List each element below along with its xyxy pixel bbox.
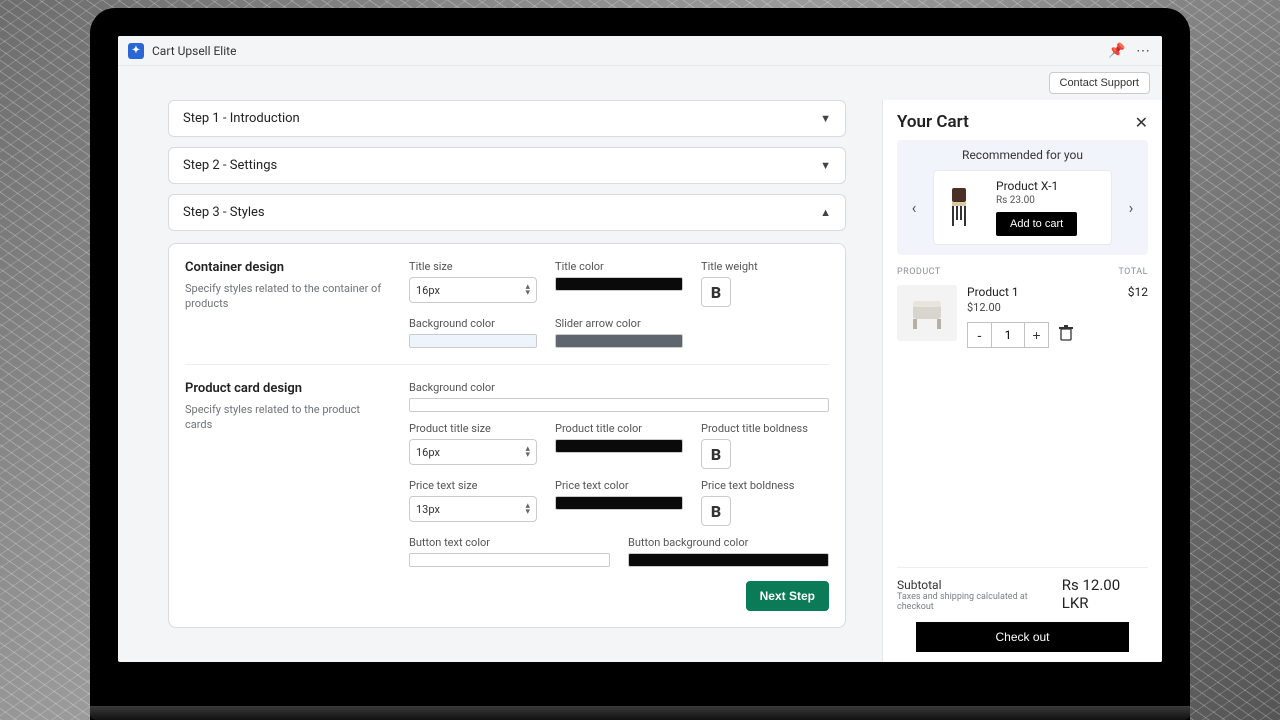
card-bg-label: Background color bbox=[409, 381, 829, 394]
price-color-label: Price text color bbox=[555, 479, 683, 492]
checkout-button[interactable]: Check out bbox=[916, 622, 1129, 652]
title-size-value: 16px bbox=[416, 284, 440, 297]
btn-bg-swatch[interactable] bbox=[628, 553, 829, 567]
line-item-thumbnail bbox=[897, 285, 957, 341]
next-step-button[interactable]: Next Step bbox=[746, 581, 829, 611]
chevron-down-icon: ▼ bbox=[820, 159, 831, 172]
qty-increase-button[interactable]: + bbox=[1024, 323, 1048, 347]
price-bold-label: Price text boldness bbox=[701, 479, 829, 492]
recommended-section: Recommended for you ‹ bbox=[897, 140, 1148, 255]
col-product-label: PRODUCT bbox=[897, 267, 941, 277]
card-bg-swatch[interactable] bbox=[409, 398, 829, 412]
btn-bg-label: Button background color bbox=[628, 536, 829, 549]
close-icon[interactable]: ✕ bbox=[1135, 113, 1148, 132]
price-bold-toggle[interactable]: B bbox=[701, 496, 731, 526]
qty-decrease-button[interactable]: - bbox=[968, 323, 992, 347]
price-size-value: 13px bbox=[416, 503, 440, 516]
stepper-icon: ▴▾ bbox=[525, 503, 530, 516]
toolbar: Contact Support bbox=[118, 66, 1162, 100]
title-size-select[interactable]: 16px ▴▾ bbox=[409, 277, 537, 303]
price-size-select[interactable]: 13px ▴▾ bbox=[409, 496, 537, 522]
quantity-stepper: - 1 + bbox=[967, 322, 1049, 348]
chevron-up-icon: ▲ bbox=[820, 206, 831, 219]
slider-arrow-color-swatch[interactable] bbox=[555, 334, 683, 348]
line-item-unit-price: $12.00 bbox=[967, 301, 1118, 314]
line-item-total: $12 bbox=[1128, 285, 1148, 299]
step-2-label: Step 2 - Settings bbox=[183, 158, 277, 173]
step-3-panel: Container design Specify styles related … bbox=[168, 243, 846, 628]
step-3-header[interactable]: Step 3 - Styles ▲ bbox=[168, 194, 846, 231]
ptitle-size-select[interactable]: 16px ▴▾ bbox=[409, 439, 537, 465]
chevron-down-icon: ▼ bbox=[820, 112, 831, 125]
carousel-next-icon[interactable]: › bbox=[1122, 198, 1140, 217]
cart-panel: Your Cart ✕ Recommended for you ‹ bbox=[882, 100, 1162, 662]
laptop-frame: ✦ Cart Upsell Elite 📌 ⋯ Contact Support … bbox=[90, 8, 1190, 720]
add-to-cart-button[interactable]: Add to cart bbox=[996, 212, 1077, 236]
app-title: Cart Upsell Elite bbox=[152, 44, 236, 58]
title-size-label: Title size bbox=[409, 260, 537, 273]
cart-title: Your Cart bbox=[897, 112, 969, 132]
title-color-label: Title color bbox=[555, 260, 683, 273]
trash-icon[interactable] bbox=[1059, 325, 1073, 345]
ptitle-bold-toggle[interactable]: B bbox=[701, 439, 731, 469]
ptitle-color-label: Product title color bbox=[555, 422, 683, 435]
product-card-desc: Specify styles related to the product ca… bbox=[185, 402, 385, 433]
title-weight-label: Title weight bbox=[701, 260, 829, 273]
btn-text-color-swatch[interactable] bbox=[409, 553, 610, 567]
app-screen: ✦ Cart Upsell Elite 📌 ⋯ Contact Support … bbox=[118, 36, 1162, 662]
ptitle-bold-label: Product title boldness bbox=[701, 422, 829, 435]
app-icon: ✦ bbox=[128, 43, 144, 59]
product-card-heading: Product card design bbox=[185, 381, 385, 396]
ptitle-size-value: 16px bbox=[416, 446, 440, 459]
more-icon[interactable]: ⋯ bbox=[1134, 42, 1152, 60]
recommended-card: Product X-1 Rs 23.00 Add to cart bbox=[933, 170, 1112, 245]
step-3-label: Step 3 - Styles bbox=[183, 205, 265, 220]
ptitle-color-swatch[interactable] bbox=[555, 439, 683, 453]
recommended-title: Recommended for you bbox=[905, 148, 1140, 162]
line-item-name: Product 1 bbox=[967, 285, 1118, 299]
carousel-prev-icon[interactable]: ‹ bbox=[905, 198, 923, 217]
subtotal-label: Subtotal bbox=[897, 578, 1062, 592]
bg-color-swatch[interactable] bbox=[409, 334, 537, 348]
subtotal-value: Rs 12.00 LKR bbox=[1062, 576, 1148, 612]
step-2-header[interactable]: Step 2 - Settings ▼ bbox=[168, 147, 846, 184]
divider bbox=[185, 364, 829, 365]
slider-arrow-color-label: Slider arrow color bbox=[555, 317, 683, 330]
ptitle-size-label: Product title size bbox=[409, 422, 537, 435]
price-size-label: Price text size bbox=[409, 479, 537, 492]
contact-support-button[interactable]: Contact Support bbox=[1049, 72, 1151, 94]
laptop-base bbox=[90, 706, 1190, 720]
pin-icon[interactable]: 📌 bbox=[1108, 42, 1126, 60]
recommended-product-price: Rs 23.00 bbox=[996, 195, 1103, 206]
recommended-product-name: Product X-1 bbox=[996, 179, 1103, 193]
cart-line-item: Product 1 $12.00 - 1 + bbox=[897, 285, 1148, 348]
col-total-label: TOTAL bbox=[1118, 267, 1148, 277]
subtotal-row: Subtotal Taxes and shipping calculated a… bbox=[897, 567, 1148, 612]
stepper-icon: ▴▾ bbox=[525, 284, 530, 297]
subtotal-note: Taxes and shipping calculated at checkou… bbox=[897, 592, 1062, 612]
steps-column: Step 1 - Introduction ▼ Step 2 - Setting… bbox=[118, 100, 864, 662]
container-design-desc: Specify styles related to the container … bbox=[185, 281, 385, 312]
container-design-heading: Container design bbox=[185, 260, 385, 275]
stepper-icon: ▴▾ bbox=[525, 446, 530, 459]
qty-value: 1 bbox=[992, 323, 1024, 347]
titlebar: ✦ Cart Upsell Elite 📌 ⋯ bbox=[118, 36, 1162, 66]
step-1-header[interactable]: Step 1 - Introduction ▼ bbox=[168, 100, 846, 137]
bg-color-label: Background color bbox=[409, 317, 537, 330]
price-color-swatch[interactable] bbox=[555, 496, 683, 510]
title-color-swatch[interactable] bbox=[555, 277, 683, 291]
product-thumbnail bbox=[942, 184, 986, 232]
title-weight-bold-toggle[interactable]: B bbox=[701, 277, 731, 307]
btn-text-color-label: Button text color bbox=[409, 536, 610, 549]
step-1-label: Step 1 - Introduction bbox=[183, 111, 300, 126]
